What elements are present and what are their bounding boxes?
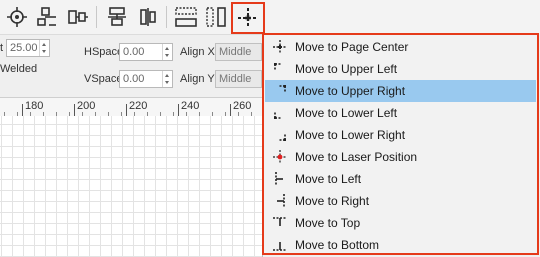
- menu-item-move-to-right[interactable]: Move to Right: [265, 190, 536, 212]
- same-width-icon[interactable]: [172, 3, 200, 31]
- size-label: t: [0, 42, 4, 54]
- align-vertical-icon[interactable]: [103, 3, 131, 31]
- align-y-select[interactable]: Middle: [215, 70, 262, 88]
- properties-panel: t 25.00 Welded HSpace 0.00 VSpace 0.00 A…: [0, 34, 262, 97]
- align-center-target-icon[interactable]: [3, 3, 31, 31]
- upper-right-icon: [265, 80, 295, 102]
- align-columns-icon[interactable]: [134, 3, 162, 31]
- horizontal-ruler: 180 200 220 240 260: [0, 97, 262, 117]
- page-center-icon: [265, 36, 295, 58]
- menu-item-label: Move to Upper Right: [295, 84, 406, 98]
- align-distribute-icon[interactable]: [33, 3, 61, 31]
- top-icon: [265, 212, 295, 234]
- bottom-icon: [265, 234, 295, 253]
- ruler-major-tick: [22, 104, 23, 116]
- ruler-major-tick: [126, 104, 127, 116]
- menu-item-move-to-left[interactable]: Move to Left: [265, 168, 536, 190]
- ruler-label: 200: [77, 100, 96, 112]
- menu-item-move-to-page-center[interactable]: Move to Page Center: [265, 36, 536, 58]
- vspace-input[interactable]: 0.00: [119, 70, 173, 88]
- ruler-label: 260: [233, 100, 252, 112]
- menu-item-move-to-upper-right[interactable]: Move to Upper Right: [265, 80, 536, 102]
- menu-item-label: Move to Top: [295, 216, 361, 230]
- ruler-major-tick: [74, 104, 75, 116]
- menu-item-move-to-laser-position[interactable]: Move to Laser Position: [265, 146, 536, 168]
- align-horizontal-icon[interactable]: [64, 3, 92, 31]
- menu-item-move-to-top[interactable]: Move to Top: [265, 212, 536, 234]
- menu-item-move-to-lower-right[interactable]: Move to Lower Right: [265, 124, 536, 146]
- menu-item-label: Move to Page Center: [295, 40, 409, 54]
- upper-left-icon: [265, 58, 295, 80]
- menu-item-label: Move to Right: [295, 194, 370, 208]
- ruler-label: 220: [129, 100, 148, 112]
- laser-position-icon: [265, 146, 295, 168]
- menu-item-move-to-upper-left[interactable]: Move to Upper Left: [265, 58, 536, 80]
- align-x-label: Align X: [180, 46, 215, 58]
- vspace-label: VSpace: [84, 73, 123, 85]
- hspace-label: HSpace: [84, 46, 124, 58]
- right-icon: [265, 190, 295, 212]
- lower-left-icon: [265, 102, 295, 124]
- size-input[interactable]: 25.00: [6, 39, 50, 57]
- align-y-label: Align Y: [180, 73, 215, 85]
- move-to-position-icon[interactable]: [231, 2, 265, 34]
- move-to-menu: Move to Page Center Move to Upper Left Mov…: [262, 33, 539, 255]
- design-canvas[interactable]: [0, 116, 262, 257]
- align-x-select[interactable]: Middle: [215, 43, 262, 61]
- left-icon: [265, 168, 295, 190]
- ruler-major-tick: [230, 104, 231, 116]
- ruler-label: 240: [181, 100, 200, 112]
- welded-label: Welded: [0, 63, 38, 75]
- lower-right-icon: [265, 124, 295, 146]
- ruler-label: 180: [25, 100, 44, 112]
- menu-item-label: Move to Upper Left: [295, 62, 398, 76]
- menu-item-label: Move to Laser Position: [295, 150, 418, 164]
- menu-item-label: Move to Left: [295, 172, 362, 186]
- ruler-major-tick: [178, 104, 179, 116]
- menu-item-move-to-bottom[interactable]: Move to Bottom: [265, 234, 536, 253]
- hspace-input[interactable]: 0.00: [119, 43, 173, 61]
- same-height-icon[interactable]: [202, 3, 230, 31]
- menu-item-label: Move to Lower Right: [295, 128, 406, 142]
- menu-item-label: Move to Lower Left: [295, 106, 398, 120]
- menu-item-label: Move to Bottom: [295, 238, 380, 252]
- menu-item-move-to-lower-left[interactable]: Move to Lower Left: [265, 102, 536, 124]
- alignment-toolbar: [0, 0, 540, 34]
